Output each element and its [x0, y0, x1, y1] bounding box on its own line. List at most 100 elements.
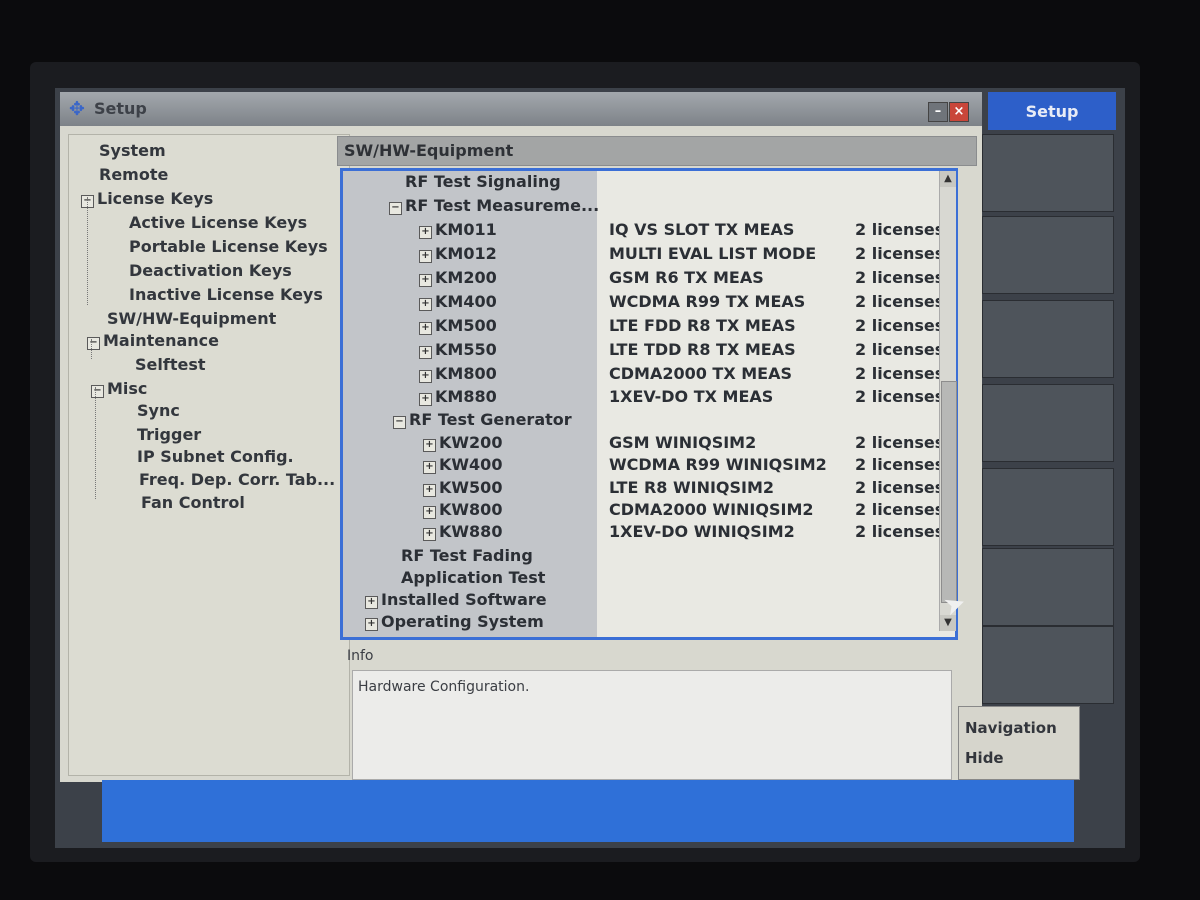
tree-row[interactable]: + KM012 MULTI EVAL LIST MODE 2 licenses	[343, 244, 944, 267]
softkey-2[interactable]	[982, 216, 1114, 294]
tree-row[interactable]: − RF Test Measureme...	[343, 196, 943, 219]
collapse-icon[interactable]: −	[389, 202, 402, 215]
license-count: 2 licenses	[855, 220, 945, 239]
expand-icon[interactable]: +	[419, 393, 432, 406]
softkey-1[interactable]	[982, 134, 1114, 212]
tree-row[interactable]: + KW400 WCDMA R99 WINIQSIM2 2 licenses	[343, 455, 944, 478]
expand-icon[interactable]: +	[423, 484, 436, 497]
option-description: IQ VS SLOT TX MEAS	[609, 220, 795, 239]
expand-icon[interactable]: +	[423, 439, 436, 452]
tree-row[interactable]: RF Test Fading	[343, 546, 943, 569]
tree-row[interactable]: − RF Test Generator	[343, 410, 943, 433]
option-description: MULTI EVAL LIST MODE	[609, 244, 817, 263]
expand-icon[interactable]: +	[419, 274, 432, 287]
softkey-6[interactable]	[982, 548, 1114, 626]
expand-icon[interactable]: +	[423, 528, 436, 541]
tree-row[interactable]: + Operating System	[343, 612, 943, 635]
tree-row[interactable]: + KM800 CDMA2000 TX MEAS 2 licenses	[343, 364, 944, 387]
expand-icon[interactable]: +	[365, 596, 378, 609]
tree-row[interactable]: + KM400 WCDMA R99 TX MEAS 2 licenses	[343, 292, 944, 315]
softkey-5[interactable]	[982, 468, 1114, 546]
tree-connector	[91, 339, 92, 359]
tree-row-text: RF Test Fading	[401, 546, 533, 565]
nav-item-selftest[interactable]: Selftest	[135, 355, 206, 374]
expand-icon[interactable]: +	[423, 506, 436, 519]
tree-row-text: KW400	[439, 455, 503, 474]
nav-item-fan-control[interactable]: Fan Control	[141, 493, 245, 512]
tree-row[interactable]: + KM500 LTE FDD R8 TX MEAS 2 licenses	[343, 316, 944, 339]
expand-icon[interactable]: +	[419, 346, 432, 359]
nav-item-label: License Keys	[97, 189, 214, 208]
expand-icon[interactable]: +	[419, 322, 432, 335]
tree-row-text: RF Test Generator	[409, 410, 572, 429]
tree-row[interactable]: + KW500 LTE R8 WINIQSIM2 2 licenses	[343, 478, 944, 501]
collapse-icon[interactable]: −	[91, 385, 104, 398]
equipment-tree[interactable]: RF Test Signaling − RF Test Measureme... + K…	[340, 168, 958, 640]
option-description: 1XEV-DO TX MEAS	[609, 387, 774, 406]
tree-row[interactable]: + KM200 GSM R6 TX MEAS 2 licenses	[343, 268, 944, 291]
content-title: SW/HW-Equipment	[344, 141, 514, 160]
nav-item-maintenance[interactable]: − Maintenance	[87, 331, 219, 350]
expand-icon[interactable]: +	[419, 226, 432, 239]
nav-item-trigger[interactable]: Trigger	[137, 425, 201, 444]
scroll-thumb[interactable]	[941, 381, 957, 603]
tree-row-text: KM880	[435, 387, 497, 406]
tree-row-label: + KM800	[419, 364, 497, 383]
option-description: CDMA2000 TX MEAS	[609, 364, 793, 383]
nav-item-label: Freq. Dep. Corr. Tab...	[139, 470, 336, 489]
collapse-icon[interactable]: −	[393, 416, 406, 429]
nav-item-inactive-license-keys[interactable]: Inactive License Keys	[129, 285, 323, 304]
softkey-4[interactable]	[982, 384, 1114, 462]
nav-item-license-keys[interactable]: − License Keys	[81, 189, 213, 208]
license-count: 2 licenses	[855, 522, 945, 541]
option-description: LTE TDD R8 TX MEAS	[609, 340, 796, 359]
tree-row[interactable]: + KW800 CDMA2000 WINIQSIM2 2 licenses	[343, 500, 944, 523]
nav-item-misc[interactable]: − Misc	[91, 379, 147, 398]
nav-item-sw-hw-equipment[interactable]: SW/HW-Equipment	[107, 309, 276, 328]
expand-icon[interactable]: +	[419, 250, 432, 263]
expand-icon[interactable]: +	[419, 298, 432, 311]
tree-connector	[87, 197, 88, 305]
tree-row[interactable]: + KM550 LTE TDD R8 TX MEAS 2 licenses	[343, 340, 944, 363]
tree-row-label: − RF Test Generator	[393, 410, 572, 429]
nav-item-portable-license-keys[interactable]: Portable License Keys	[129, 237, 328, 256]
nav-item-freq-dep-corr-tab[interactable]: Freq. Dep. Corr. Tab...	[139, 470, 335, 489]
expand-icon[interactable]: +	[365, 618, 378, 631]
option-description: GSM WINIQSIM2	[609, 433, 757, 452]
nav-item-remote[interactable]: Remote	[99, 165, 168, 184]
nav-item-active-license-keys[interactable]: Active License Keys	[129, 213, 307, 232]
softkey-7[interactable]	[982, 626, 1114, 704]
tree-row-text: KM200	[435, 268, 497, 287]
window-titlebar[interactable]: ✥ Setup – ×	[60, 92, 982, 126]
close-icon[interactable]: ×	[949, 102, 969, 122]
tree-connector	[95, 387, 96, 499]
nav-item-label: IP Subnet Config.	[137, 447, 294, 466]
minimize-icon[interactable]: –	[928, 102, 948, 122]
expand-icon[interactable]: +	[419, 370, 432, 383]
tree-row-text: Application Test	[401, 568, 546, 587]
navigation-hide-softkey[interactable]: Navigation Hide	[958, 706, 1080, 780]
nav-item-system[interactable]: System	[99, 141, 166, 160]
tree-row[interactable]: + KW880 1XEV-DO WINIQSIM2 2 licenses	[343, 522, 945, 545]
option-description: WCDMA R99 WINIQSIM2	[609, 455, 827, 474]
tree-row[interactable]: + KW200 GSM WINIQSIM2 2 licenses	[343, 433, 944, 456]
info-text: Hardware Configuration.	[358, 679, 530, 695]
nav-item-ip-subnet-config[interactable]: IP Subnet Config.	[137, 447, 294, 466]
nav-item-label: Active License Keys	[129, 213, 308, 232]
tree-row[interactable]: + KM880 1XEV-DO TX MEAS 2 licenses	[343, 387, 944, 410]
vertical-scrollbar[interactable]: ▲ ▼	[939, 171, 957, 631]
tree-row[interactable]: Application Test	[343, 568, 943, 591]
nav-item-label: SW/HW-Equipment	[107, 309, 277, 328]
tree-row[interactable]: RF Test Signaling	[343, 172, 943, 195]
tree-row[interactable]: + KM011 IQ VS SLOT TX MEAS 2 licenses	[343, 220, 945, 243]
tree-row-text: KM400	[435, 292, 497, 311]
scroll-up-icon[interactable]: ▲	[940, 171, 956, 187]
navigation-tree: System Remote − License Keys Active License …	[68, 134, 350, 776]
tree-row[interactable]: + Installed Software	[343, 590, 943, 613]
expand-icon[interactable]: +	[423, 461, 436, 474]
nav-item-deactivation-keys[interactable]: Deactivation Keys	[129, 261, 292, 280]
nav-item-sync[interactable]: Sync	[137, 401, 180, 420]
softkey-3[interactable]	[982, 300, 1114, 378]
taskbar	[102, 780, 1074, 842]
collapse-icon[interactable]: −	[87, 337, 100, 350]
